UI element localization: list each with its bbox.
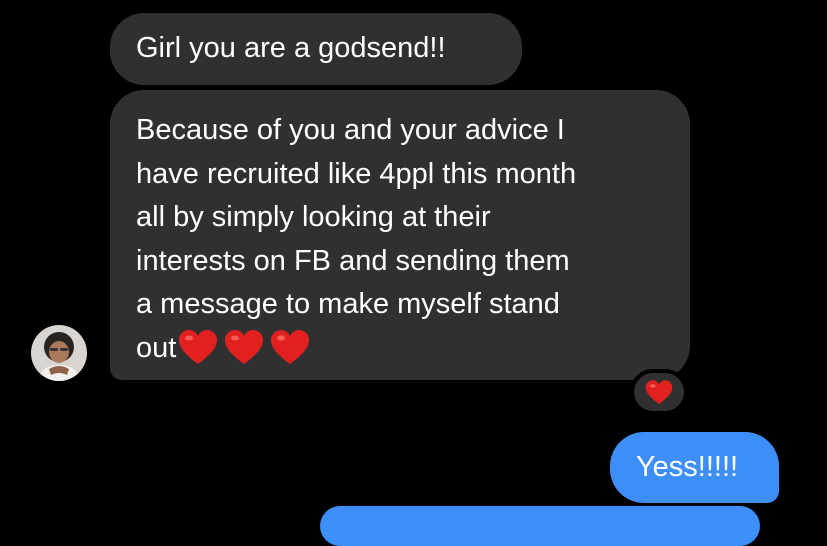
message-line-last: out <box>136 327 670 371</box>
message-line: out <box>136 331 177 364</box>
heart-emoji-group <box>178 329 316 366</box>
message-line: Because of you and your advice I <box>136 114 565 146</box>
outgoing-message-bubble-partial[interactable] <box>320 506 760 546</box>
message-text: Yess!!!!! <box>636 451 739 483</box>
incoming-message-bubble[interactable]: Girl you are a godsend!! <box>110 13 522 85</box>
heart-reaction-badge[interactable] <box>630 369 688 415</box>
message-line: interests on FB and sending them <box>136 244 570 277</box>
outgoing-message-bubble[interactable]: Yess!!!!! <box>610 432 779 503</box>
red-heart-icon <box>271 329 310 364</box>
message-text: Girl you are a godsend!! <box>136 32 446 64</box>
message-line: all by simply looking at their <box>136 201 491 234</box>
message-line: a message to make myself stand <box>136 288 560 321</box>
message-line: have recruited like 4ppl this month <box>136 157 577 190</box>
red-heart-icon <box>179 329 218 364</box>
red-heart-icon <box>645 379 673 404</box>
red-heart-icon <box>225 329 264 364</box>
incoming-message-bubble[interactable]: Because of you and your advice I have re… <box>110 90 690 380</box>
sender-avatar[interactable] <box>31 325 87 381</box>
